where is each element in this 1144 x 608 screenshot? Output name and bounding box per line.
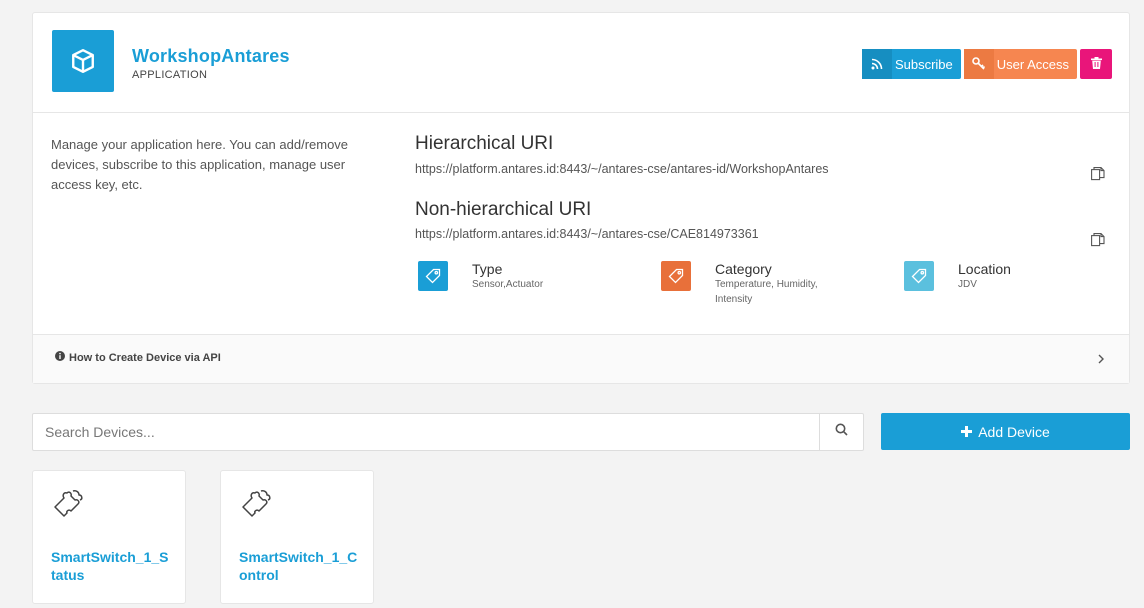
tag-icon (904, 261, 934, 291)
hierarchical-uri-value: https://platform.antares.id:8443/~/antar… (415, 162, 829, 176)
search-input[interactable] (33, 414, 819, 450)
attribute-label: Category (715, 261, 772, 277)
howto-create-device-panel[interactable]: How to Create Device via API (33, 335, 1129, 383)
trash-icon (1090, 56, 1102, 72)
copy-icon[interactable] (1091, 233, 1105, 253)
app-description: Manage your application here. You can ad… (51, 137, 349, 192)
nonhierarchical-uri-title: Non-hierarchical URI (415, 199, 592, 220)
delete-button[interactable] (1080, 49, 1112, 79)
attribute-value: JDV (958, 279, 977, 290)
app-type-label: APPLICATION (132, 69, 208, 81)
device-name: SmartSwitch_1_Control (239, 549, 358, 583)
puzzle-icon (51, 487, 85, 526)
nonhierarchical-uri-value: https://platform.antares.id:8443/~/antar… (415, 227, 759, 241)
tag-icon (418, 261, 448, 291)
attribute-type: Type Sensor,Actuator (418, 261, 607, 292)
copy-icon[interactable] (1091, 167, 1105, 187)
attribute-category: Category Temperature, Humidity, Intensit… (661, 261, 850, 307)
tag-icon (661, 261, 691, 291)
add-device-label: Add Device (978, 423, 1050, 440)
add-device-button[interactable]: Add Device (881, 413, 1130, 450)
attribute-value: Sensor,Actuator (472, 279, 544, 290)
hierarchical-uri-title: Hierarchical URI (415, 133, 554, 154)
rss-icon (861, 49, 892, 79)
puzzle-icon (239, 487, 273, 526)
application-header: WorkshopAntares APPLICATION Subscribe Us… (33, 13, 1129, 113)
header-actions: Subscribe User Access (861, 49, 1112, 79)
user-access-button[interactable]: User Access (963, 49, 1077, 79)
device-name: SmartSwitch_1_Status (51, 549, 169, 583)
application-card: WorkshopAntares APPLICATION Subscribe Us… (32, 12, 1130, 384)
attribute-location: Location JDV (904, 261, 1093, 292)
attribute-label: Location (958, 261, 1011, 277)
plus-icon (961, 424, 973, 440)
search-devices (32, 413, 864, 451)
howto-label: How to Create Device via API (69, 351, 221, 364)
subscribe-button-label: Subscribe (894, 56, 953, 72)
search-button[interactable] (819, 414, 863, 450)
attribute-label: Type (472, 261, 503, 277)
application-details: Manage your application here. You can ad… (33, 113, 1129, 335)
app-name: WorkshopAntares (132, 46, 290, 66)
user-access-button-label: User Access (996, 56, 1069, 72)
device-card[interactable]: SmartSwitch_1_Status (32, 470, 186, 604)
subscribe-button[interactable]: Subscribe (861, 49, 961, 79)
key-icon (963, 49, 994, 79)
device-card[interactable]: SmartSwitch_1_Control (220, 470, 374, 604)
chevron-right-icon (1097, 352, 1105, 370)
cube-icon (52, 30, 114, 92)
search-icon (835, 423, 848, 441)
attribute-value: Temperature, Humidity, Intensity (715, 279, 818, 305)
info-icon (55, 351, 65, 364)
